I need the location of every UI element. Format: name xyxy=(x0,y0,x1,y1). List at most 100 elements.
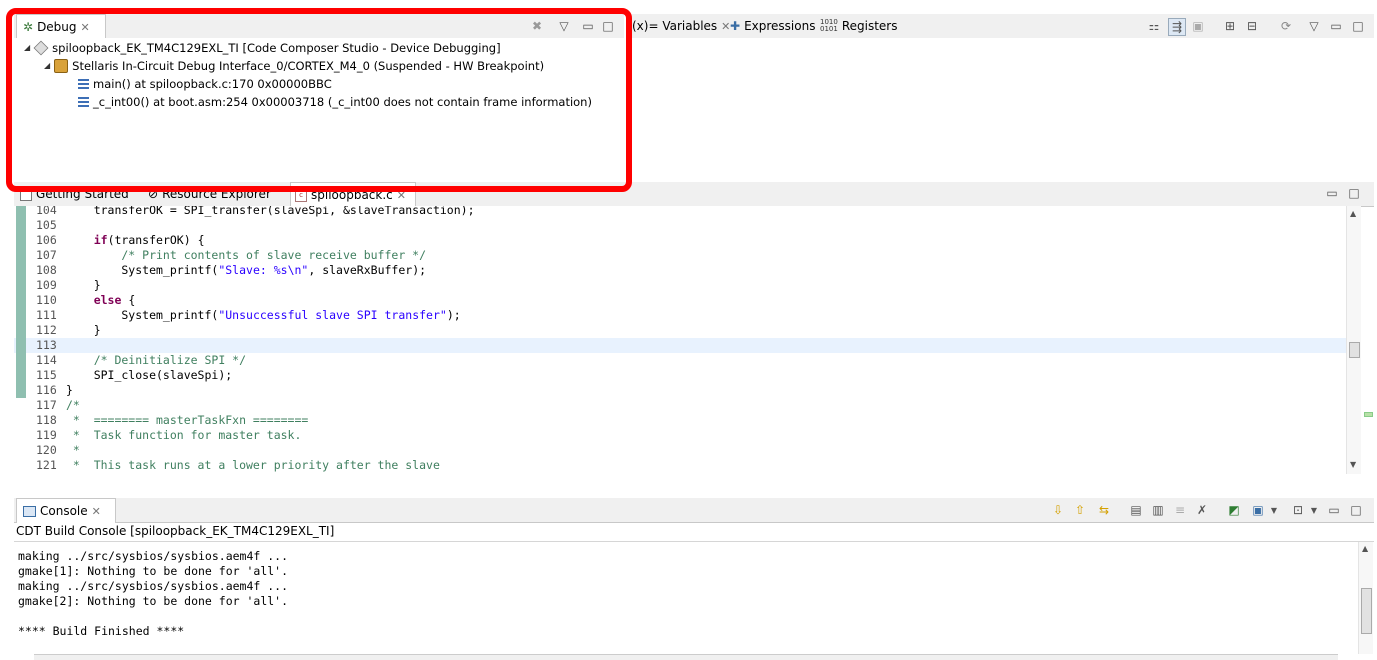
view-menu-icon[interactable]: ▽ xyxy=(1306,18,1322,34)
tab-getting-started-label: Getting Started xyxy=(36,187,129,201)
tab-registers[interactable]: 1010 0101 Registers xyxy=(820,14,900,38)
maximize-icon[interactable]: □ xyxy=(1346,185,1362,201)
code-text: else { xyxy=(93,293,136,307)
line-number: 119 xyxy=(36,428,57,442)
scroll-lock-icon[interactable]: ▤ xyxy=(1128,502,1144,518)
tab-resource-explorer-label: Resource Explorer xyxy=(162,187,271,201)
editor-tabbar: Getting Started ⊘ Resource Explorer c sp… xyxy=(14,182,1374,207)
code-lines: 104 transferOK = SPI_transfer(slaveSpi, … xyxy=(14,206,1346,474)
bug-icon: ✲ xyxy=(23,20,34,34)
scroll-up-icon[interactable]: ▲ xyxy=(1350,209,1356,218)
word-wrap-icon[interactable]: ▥ xyxy=(1150,502,1166,518)
code-text: /* xyxy=(66,398,80,412)
line-number: 106 xyxy=(36,233,57,247)
collapse-all-icon[interactable]: ▣ xyxy=(1190,18,1206,34)
line-number: 117 xyxy=(36,398,57,412)
scroll-up-icon[interactable]: ▲ xyxy=(1362,544,1368,553)
maximize-icon[interactable]: □ xyxy=(600,18,616,34)
line-number: 115 xyxy=(36,368,57,382)
tab-expressions[interactable]: ✚ Expressions xyxy=(730,14,816,38)
maximize-icon[interactable]: □ xyxy=(1348,502,1364,518)
tree-row-frame-main[interactable]: main() at spiloopback.c:170 0x00000BBC xyxy=(78,75,332,93)
code-editor[interactable]: 104 transferOK = SPI_transfer(slaveSpi, … xyxy=(14,206,1346,474)
tree-row-target[interactable]: ◢ Stellaris In-Circuit Debug Interface_0… xyxy=(44,57,544,75)
tab-console[interactable]: Console ✕ xyxy=(16,498,116,523)
code-text: } xyxy=(66,323,101,337)
tab-resource-explorer[interactable]: ⊘ Resource Explorer xyxy=(148,182,288,206)
console-icon xyxy=(23,505,36,517)
registers-icon: 1010 0101 xyxy=(820,18,838,33)
code-text: * Task function for master task. xyxy=(66,428,302,442)
minimize-icon[interactable]: ▭ xyxy=(580,18,596,34)
line-number: 116 xyxy=(36,383,57,397)
remove-terminated-icon[interactable]: ✖ xyxy=(529,18,545,34)
refresh-icon[interactable]: ⟳ xyxy=(1278,18,1294,34)
close-icon[interactable]: ✕ xyxy=(397,189,406,202)
tree-row-session[interactable]: ◢ spiloopback_EK_TM4C129EXL_TI [Code Com… xyxy=(24,39,501,57)
line-number: 107 xyxy=(36,248,57,262)
line-number: 105 xyxy=(36,218,57,232)
stack-frame-icon xyxy=(78,97,89,107)
previous-error-icon[interactable]: ⇧ xyxy=(1072,502,1088,518)
code-text: } xyxy=(66,383,73,397)
tab-expressions-label: Expressions xyxy=(744,19,816,33)
line-number: 114 xyxy=(36,353,57,367)
tab-console-label: Console xyxy=(40,504,88,518)
show-logical-structure-icon[interactable]: ⇶ xyxy=(1168,18,1186,36)
console-vertical-scrollbar[interactable]: ▲ xyxy=(1358,542,1373,654)
clear-console-icon[interactable]: ≡ xyxy=(1172,502,1188,518)
close-icon[interactable]: ✕ xyxy=(92,505,101,518)
tree-row-label: Stellaris In-Circuit Debug Interface_0/C… xyxy=(72,59,545,73)
minimize-icon[interactable]: ▭ xyxy=(1324,185,1340,201)
line-number: 108 xyxy=(36,263,57,277)
maximize-icon[interactable]: □ xyxy=(1350,18,1366,34)
display-console-icon[interactable]: ▣ xyxy=(1250,502,1266,518)
remove-launch-icon[interactable]: ✗ xyxy=(1194,502,1210,518)
expand-arrow-icon[interactable]: ◢ xyxy=(44,57,50,75)
stack-frame-icon xyxy=(78,79,89,89)
dropdown-arrow-icon[interactable]: ▼ xyxy=(1266,502,1282,518)
scroll-down-icon[interactable]: ▼ xyxy=(1350,460,1356,469)
tree-row-frame-cint00[interactable]: _c_int00() at boot.asm:254 0x00003718 (_… xyxy=(78,93,592,111)
tab-file-label: spiloopback.c xyxy=(311,188,393,202)
tab-getting-started[interactable]: Getting Started xyxy=(20,182,140,206)
scroll-thumb[interactable] xyxy=(1361,588,1372,634)
remove-global-variables-icon[interactable]: ⊟ xyxy=(1244,18,1260,34)
pin-console-icon[interactable]: ◩ xyxy=(1226,502,1242,518)
code-text: } xyxy=(66,278,101,292)
console-output[interactable]: making ../src/sysbios/sysbios.aem4f ... g… xyxy=(18,549,1348,653)
tab-spiloopback-c[interactable]: c spiloopback.c ✕ xyxy=(290,182,416,207)
expressions-icon: ✚ xyxy=(730,19,741,33)
minimize-icon[interactable]: ▭ xyxy=(1326,502,1342,518)
console-line: gmake[2]: Nothing to be done for 'all'. xyxy=(18,594,289,608)
tab-debug-label: Debug xyxy=(37,20,77,34)
tab-variables[interactable]: (x)= Variables ✕ xyxy=(632,14,730,38)
view-menu-icon[interactable]: ▽ xyxy=(556,18,572,34)
expand-arrow-icon[interactable]: ◢ xyxy=(24,39,30,57)
console-tabbar: Console ✕ ⇩ ⇧ ⇆ ▤ ▥ ≡ ✗ ◩ ▣ ▼ ⊡ ▼ ▭ □ xyxy=(14,498,1374,523)
show-type-names-icon[interactable]: ⚏ xyxy=(1146,18,1162,34)
overview-ruler-marker[interactable] xyxy=(1364,412,1373,417)
code-text: * ======== masterTaskFxn ======== xyxy=(66,413,309,427)
variables-tabbar: (x)= Variables ✕ ✚ Expressions 1010 0101 … xyxy=(628,14,1374,39)
next-error-icon[interactable]: ⇩ xyxy=(1050,502,1066,518)
code-text: System_printf("Unsuccessful slave SPI tr… xyxy=(66,308,461,322)
close-icon[interactable]: ✕ xyxy=(81,21,90,34)
dropdown-arrow-icon[interactable]: ▼ xyxy=(1306,502,1322,518)
code-text: transferOK = SPI_transfer(slaveSpi, &sla… xyxy=(66,206,475,217)
console-line: making ../src/sysbios/sysbios.aem4f ... xyxy=(18,549,289,563)
link-editor-icon[interactable]: ⇆ xyxy=(1096,502,1112,518)
console-horizontal-scrollbar[interactable] xyxy=(34,654,1338,660)
page-icon xyxy=(20,187,32,201)
line-number: 110 xyxy=(36,293,57,307)
debug-session-icon xyxy=(33,40,49,56)
editor-vertical-scrollbar[interactable]: ▲ ▼ xyxy=(1346,206,1361,474)
console-line: **** Build Finished **** xyxy=(18,624,185,638)
scroll-thumb[interactable] xyxy=(1349,342,1360,358)
minimize-icon[interactable]: ▭ xyxy=(1328,18,1344,34)
open-console-icon[interactable]: ⊡ xyxy=(1290,502,1306,518)
add-global-variables-icon[interactable]: ⊞ xyxy=(1222,18,1238,34)
tab-debug[interactable]: ✲ Debug ✕ xyxy=(16,14,106,39)
close-icon[interactable]: ✕ xyxy=(721,20,730,33)
console-divider xyxy=(14,541,1374,542)
